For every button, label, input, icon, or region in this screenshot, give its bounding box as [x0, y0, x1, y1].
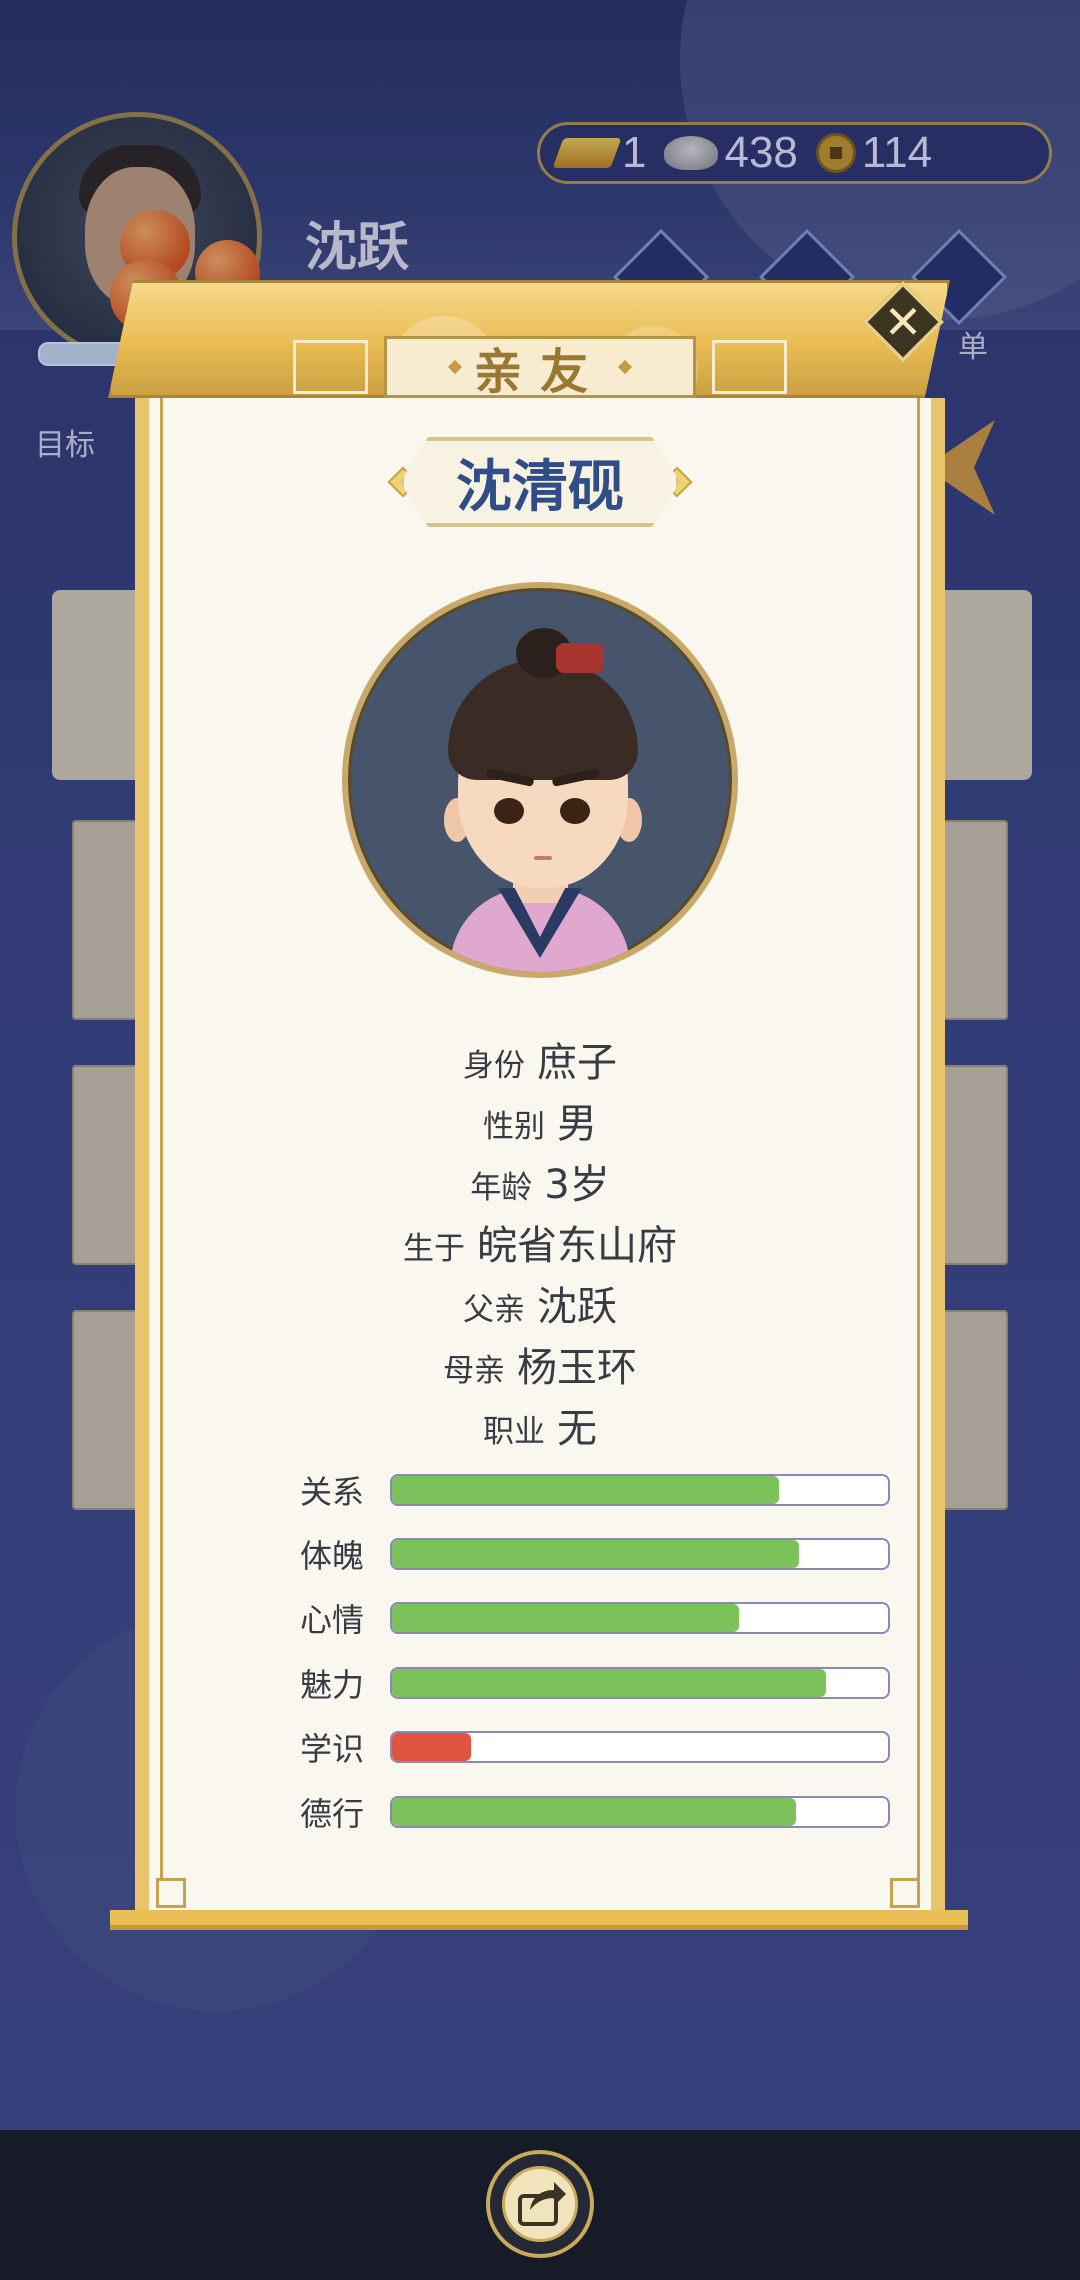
- info-value: 杨玉环: [517, 1345, 637, 1391]
- corner-ornament: [890, 1878, 920, 1908]
- stat-fill: [392, 1540, 799, 1568]
- stat-fill: [392, 1669, 826, 1697]
- info-row-identity: 身份 庶子: [160, 1030, 920, 1091]
- info-value: 沈跃: [537, 1284, 617, 1330]
- info-key: 性别: [483, 1109, 545, 1145]
- stat-fill: [392, 1798, 797, 1826]
- portrait-mouth: [534, 856, 552, 860]
- info-row-occupation: 职业 无: [160, 1396, 920, 1457]
- info-value: 3岁: [544, 1162, 610, 1208]
- info-row-gender: 性别 男: [160, 1091, 920, 1152]
- info-row-age: 年龄 3岁: [160, 1152, 920, 1213]
- stat-bar: [390, 1796, 890, 1828]
- header-ornament-box: [293, 340, 368, 394]
- stat-bar: [390, 1731, 890, 1763]
- stat-row-virtue: 德行: [300, 1792, 900, 1833]
- stat-bar: [390, 1602, 890, 1634]
- portrait-eye: [494, 798, 524, 824]
- character-portrait: [342, 582, 738, 978]
- close-icon[interactable]: ✕: [874, 293, 932, 351]
- character-info: 身份 庶子 性别 男 年龄 3岁 生于 皖省东山府 父亲 沈跃 母亲 杨玉环 职…: [160, 1030, 920, 1457]
- stat-row-relationship: 关系: [300, 1470, 900, 1511]
- stat-row-mood: 心情: [300, 1598, 900, 1639]
- title-dot: [617, 359, 633, 375]
- dialog-title: 亲友: [384, 336, 696, 400]
- stat-label: 德行: [300, 1795, 365, 1833]
- info-value: 皖省东山府: [477, 1223, 677, 1269]
- character-name: 沈清砚: [400, 437, 680, 527]
- info-value: 庶子: [537, 1040, 617, 1086]
- info-value: 男: [557, 1101, 597, 1147]
- stat-bar: [390, 1474, 890, 1506]
- header-ornament-box: [712, 340, 787, 394]
- info-key: 父亲: [463, 1292, 525, 1328]
- scroll-bottom-rod: [110, 1910, 968, 1930]
- info-key: 母亲: [443, 1353, 505, 1389]
- stat-label: 魅力: [300, 1666, 365, 1704]
- share-icon[interactable]: [502, 2166, 578, 2242]
- portrait-hair: [448, 660, 638, 780]
- stat-label: 关系: [300, 1473, 365, 1511]
- corner-ornament: [156, 1878, 186, 1908]
- info-key: 生于: [403, 1231, 465, 1267]
- stat-label: 心情: [300, 1601, 365, 1639]
- info-row-birthplace: 生于 皖省东山府: [160, 1213, 920, 1274]
- info-row-mother: 母亲 杨玉环: [160, 1335, 920, 1396]
- stat-bar: [390, 1667, 890, 1699]
- stat-row-physique: 体魄: [300, 1534, 900, 1575]
- stat-label: 学识: [300, 1730, 365, 1768]
- stat-fill: [392, 1733, 472, 1761]
- dialog-title-text: 亲友: [473, 344, 606, 400]
- stat-row-charm: 魅力: [300, 1663, 900, 1704]
- portrait-ribbon: [556, 643, 604, 673]
- info-value: 无: [557, 1406, 597, 1452]
- portrait-eye: [560, 798, 590, 824]
- stat-label: 体魄: [300, 1537, 365, 1575]
- stat-fill: [392, 1604, 740, 1632]
- info-key: 职业: [483, 1414, 545, 1450]
- title-dot: [447, 359, 463, 375]
- stat-fill: [392, 1476, 779, 1504]
- stat-row-knowledge: 学识: [300, 1727, 900, 1768]
- info-key: 身份: [463, 1048, 525, 1084]
- stat-bar: [390, 1538, 890, 1570]
- info-row-father: 父亲 沈跃: [160, 1274, 920, 1335]
- info-key: 年龄: [470, 1170, 533, 1206]
